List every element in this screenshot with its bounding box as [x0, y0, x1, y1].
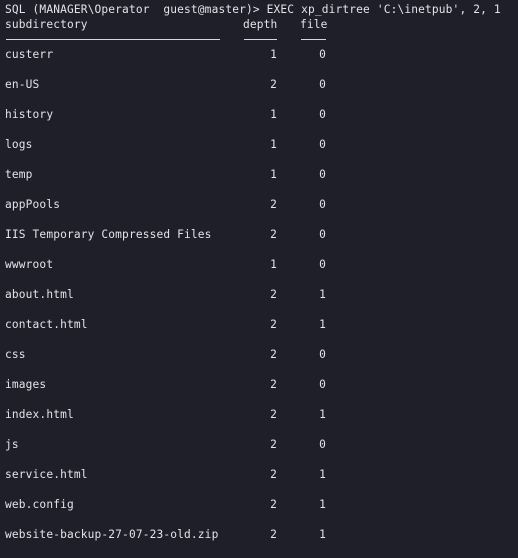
cell-subdirectory: temp — [5, 168, 33, 181]
command-prompt-line: SQL (MANAGER\Operator guest@master)> EXE… — [5, 3, 501, 16]
cell-file: 0 — [319, 138, 326, 151]
cell-subdirectory: logs — [5, 138, 33, 151]
cell-subdirectory: web.config — [5, 498, 74, 511]
cell-depth: 1 — [270, 138, 277, 151]
cell-depth: 2 — [270, 408, 277, 421]
cell-file: 0 — [319, 108, 326, 121]
result-table: custerr 1 0 en-US 2 0 history 1 0 logs 1… — [0, 48, 518, 558]
cell-file: 0 — [319, 438, 326, 451]
cell-depth: 1 — [270, 258, 277, 271]
column-header-subdirectory: subdirectory — [5, 18, 88, 31]
cell-subdirectory: index.html — [5, 408, 74, 421]
column-header-file: file — [300, 18, 328, 31]
cell-subdirectory: IIS Temporary Compressed Files — [5, 228, 212, 241]
cell-file: 1 — [319, 468, 326, 481]
cell-subdirectory: images — [5, 378, 47, 391]
cell-depth: 2 — [270, 348, 277, 361]
header-underline-file — [301, 39, 326, 40]
table-row: custerr 1 0 — [0, 48, 518, 78]
cell-file: 1 — [319, 408, 326, 421]
cell-depth: 2 — [270, 468, 277, 481]
cell-depth: 2 — [270, 378, 277, 391]
cell-file: 0 — [319, 228, 326, 241]
table-row: logs 1 0 — [0, 138, 518, 168]
cell-file: 0 — [319, 48, 326, 61]
cell-subdirectory: appPools — [5, 198, 61, 211]
cell-depth: 2 — [270, 528, 277, 541]
table-row: images 2 0 — [0, 378, 518, 408]
cell-file: 0 — [319, 378, 326, 391]
table-row: about.html 2 1 — [0, 288, 518, 318]
cell-depth: 1 — [270, 168, 277, 181]
cell-depth: 1 — [270, 108, 277, 121]
cell-file: 0 — [319, 258, 326, 271]
cell-subdirectory: css — [5, 348, 26, 361]
cell-subdirectory: about.html — [5, 288, 74, 301]
table-row: contact.html 2 1 — [0, 318, 518, 348]
cell-subdirectory: js — [5, 438, 19, 451]
cell-depth: 2 — [270, 78, 277, 91]
table-row: css 2 0 — [0, 348, 518, 378]
cell-file: 1 — [319, 318, 326, 331]
cell-file: 1 — [319, 498, 326, 511]
cell-subdirectory: custerr — [5, 48, 54, 61]
table-row: IIS Temporary Compressed Files 2 0 — [0, 228, 518, 258]
table-row: history 1 0 — [0, 108, 518, 138]
header-underline-depth — [244, 39, 277, 40]
cell-subdirectory: wwwroot — [5, 258, 54, 271]
cell-file: 0 — [319, 198, 326, 211]
column-header-depth: depth — [243, 18, 278, 31]
cell-file: 0 — [319, 168, 326, 181]
table-row: temp 1 0 — [0, 168, 518, 198]
table-row: en-US 2 0 — [0, 78, 518, 108]
table-row: appPools 2 0 — [0, 198, 518, 228]
cell-subdirectory: en-US — [5, 78, 40, 91]
cell-subdirectory: website-backup-27-07-23-old.zip — [5, 528, 219, 541]
cell-depth: 1 — [270, 48, 277, 61]
cell-file: 0 — [319, 348, 326, 361]
cell-file: 1 — [319, 528, 326, 541]
table-row: index.html 2 1 — [0, 408, 518, 438]
table-row: service.html 2 1 — [0, 468, 518, 498]
cell-file: 1 — [319, 288, 326, 301]
table-row: web.config 2 1 — [0, 498, 518, 528]
cell-depth: 2 — [270, 438, 277, 451]
cell-depth: 2 — [270, 198, 277, 211]
cell-depth: 2 — [270, 498, 277, 511]
cell-depth: 2 — [270, 288, 277, 301]
cell-depth: 2 — [270, 318, 277, 331]
table-row: js 2 0 — [0, 438, 518, 468]
cell-subdirectory: service.html — [5, 468, 88, 481]
header-underline-subdirectory — [6, 39, 220, 40]
cell-subdirectory: history — [5, 108, 54, 121]
terminal-window[interactable]: SQL (MANAGER\Operator guest@master)> EXE… — [0, 0, 518, 554]
cell-depth: 2 — [270, 228, 277, 241]
cell-file: 0 — [319, 78, 326, 91]
table-row: wwwroot 1 0 — [0, 258, 518, 288]
cell-subdirectory: contact.html — [5, 318, 88, 331]
